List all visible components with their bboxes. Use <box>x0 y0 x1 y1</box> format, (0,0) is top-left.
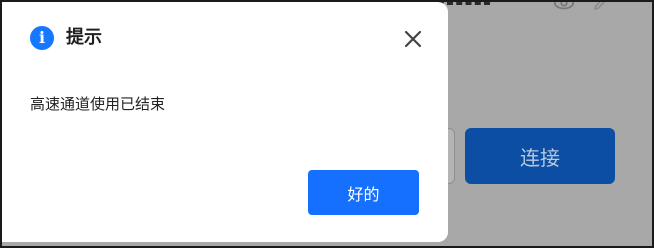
background-edge <box>42 2 262 4</box>
alert-dialog: i 提示 高速通道使用已结束 好的 <box>2 2 448 242</box>
close-icon[interactable] <box>402 28 424 50</box>
dialog-message: 高速通道使用已结束 <box>30 95 166 113</box>
ok-button[interactable]: 好的 <box>308 170 419 215</box>
dialog-title: 提示 <box>66 27 102 48</box>
edit-icon <box>593 2 606 11</box>
app-window: 连接 i 提示 高速通道使用已结束 好的 <box>0 0 654 248</box>
eye-icon <box>553 2 575 10</box>
info-icon: i <box>30 26 54 50</box>
connect-button: 连接 <box>465 128 615 184</box>
